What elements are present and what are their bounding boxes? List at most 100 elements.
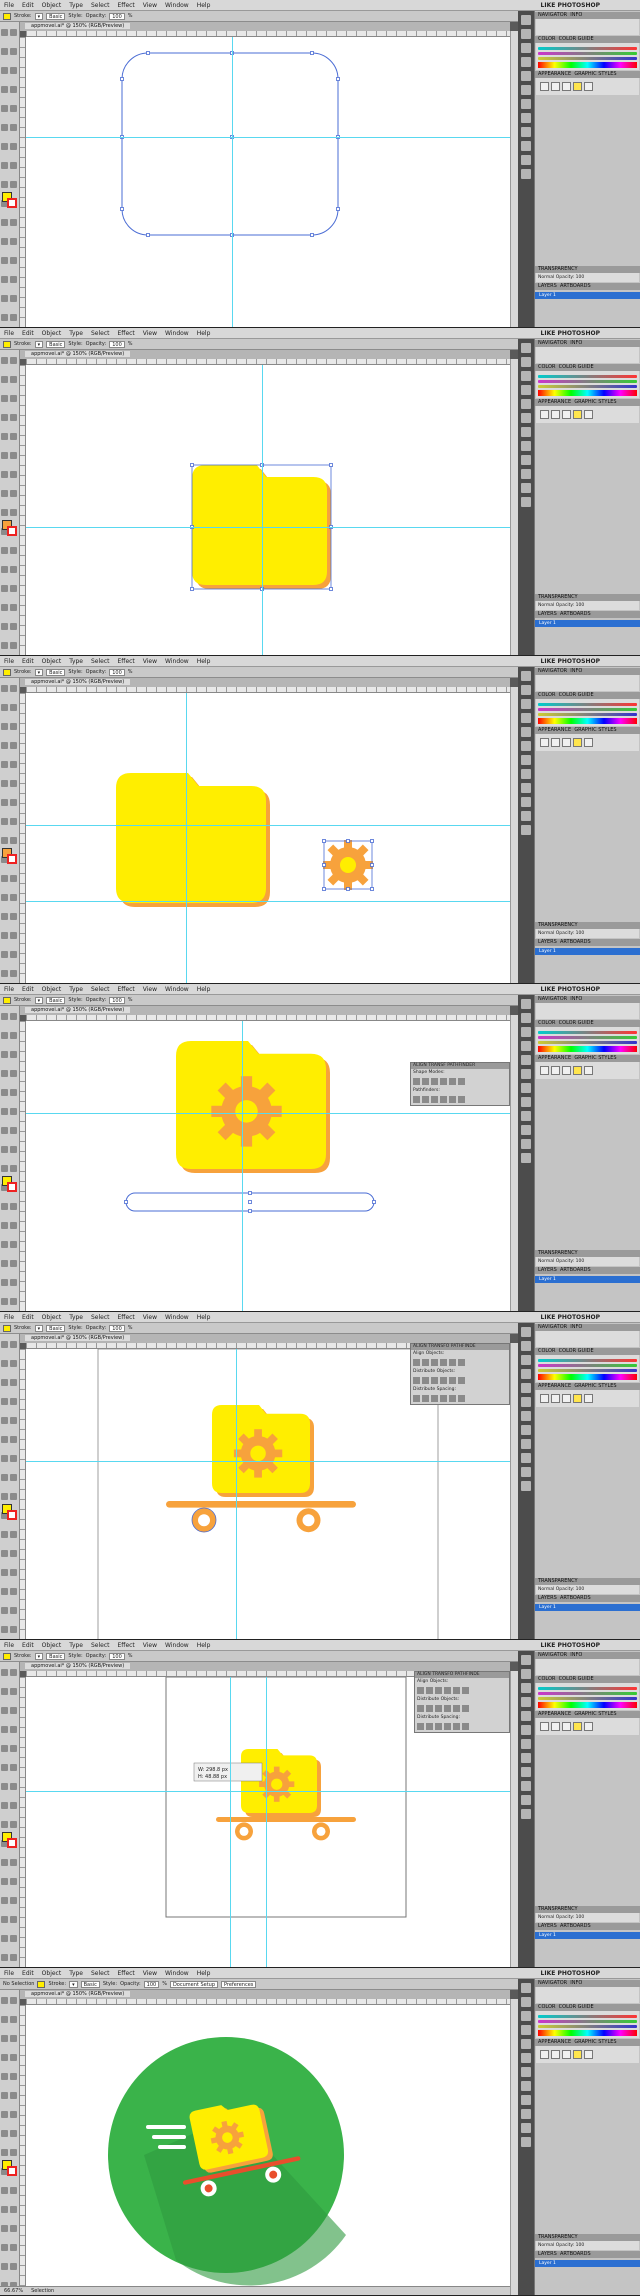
fill-swatch[interactable] <box>3 1652 11 1660</box>
panel-shortcut-button[interactable] <box>521 1397 531 1407</box>
transparency-panel-header[interactable]: TRANSPARENCY <box>535 1906 640 1913</box>
panel-shortcut-button[interactable] <box>521 1327 531 1337</box>
menu-select[interactable]: Select <box>87 1970 114 1977</box>
red-slider[interactable] <box>538 703 637 706</box>
tool-button[interactable] <box>1 2149 8 2156</box>
tool-button[interactable] <box>10 623 17 630</box>
workspace-name[interactable]: LIKE PHOTOSHOP <box>541 1314 640 1321</box>
panel-shortcut-button[interactable] <box>521 1697 531 1707</box>
panel-shortcut-button[interactable] <box>521 85 531 95</box>
panel-shortcut-button[interactable] <box>521 15 531 25</box>
menu-effect[interactable]: Effect <box>114 1970 139 1977</box>
menu-help[interactable]: Help <box>193 2 215 9</box>
blue-slider[interactable] <box>538 1041 637 1044</box>
fill-swatch[interactable] <box>3 340 11 348</box>
appearance-panel-header[interactable]: APPEARANCE GRAPHIC STYLES <box>535 2039 640 2046</box>
panel-shortcut-button[interactable] <box>521 113 531 123</box>
color-tab[interactable]: COLOR <box>538 36 555 42</box>
tool-button[interactable] <box>1 105 8 112</box>
navigator-panel-header[interactable]: NAVIGATOR INFO <box>535 1652 640 1659</box>
panel-shortcut-button[interactable] <box>521 1139 531 1149</box>
info-tab[interactable]: INFO <box>570 668 582 674</box>
panel-shortcut-button[interactable] <box>521 671 531 681</box>
tool-button[interactable] <box>10 2263 17 2270</box>
preferences-button[interactable]: Preferences <box>221 1980 257 1988</box>
tool-button[interactable] <box>10 414 17 421</box>
tool-button[interactable] <box>1 566 8 573</box>
tool-button[interactable] <box>1 1398 8 1405</box>
tool-button[interactable] <box>1 2073 8 2080</box>
tool-button[interactable] <box>10 1341 17 1348</box>
tool-button[interactable] <box>1 2054 8 2061</box>
menu-type[interactable]: Type <box>65 2 87 9</box>
tool-button[interactable] <box>1 433 8 440</box>
panel-action-button[interactable] <box>440 1395 447 1402</box>
tool-button[interactable] <box>10 894 17 901</box>
panel-action-button[interactable] <box>449 1078 456 1085</box>
menu-object[interactable]: Object <box>38 330 66 337</box>
tool-button[interactable] <box>10 238 17 245</box>
menu-select[interactable]: Select <box>87 658 114 665</box>
tool-button[interactable] <box>1 623 8 630</box>
tool-button[interactable] <box>10 1108 17 1115</box>
panel-shortcut-button[interactable] <box>521 1467 531 1477</box>
appearance-tab[interactable]: APPEARANCE <box>538 1383 571 1389</box>
navigator-panel-header[interactable]: NAVIGATOR INFO <box>535 340 640 347</box>
tool-button[interactable] <box>10 1859 17 1866</box>
menu-effect[interactable]: Effect <box>114 330 139 337</box>
panel-shortcut-button[interactable] <box>521 755 531 765</box>
stroke-weight-field[interactable]: ▾ <box>34 1652 44 1660</box>
panel-action-button[interactable] <box>462 1723 469 1730</box>
tool-button[interactable] <box>1 1127 8 1134</box>
color-spectrum[interactable] <box>538 1374 637 1380</box>
menu-file[interactable]: File <box>0 986 18 993</box>
green-slider[interactable] <box>538 708 637 711</box>
panel-shortcut-button[interactable] <box>521 441 531 451</box>
info-tab[interactable]: INFO <box>570 996 582 1002</box>
panel-shortcut-button[interactable] <box>521 1125 531 1135</box>
menu-type[interactable]: Type <box>65 1314 87 1321</box>
appearance-tab[interactable]: APPEARANCE <box>538 399 571 405</box>
panel-action-button[interactable] <box>440 1078 447 1085</box>
panel-action-button[interactable] <box>426 1705 433 1712</box>
menu-effect[interactable]: Effect <box>114 658 139 665</box>
layers-tab[interactable]: LAYERS <box>538 1923 557 1929</box>
panel-shortcut-button[interactable] <box>521 741 531 751</box>
color-spectrum[interactable] <box>538 718 637 724</box>
tool-button[interactable] <box>1 1569 8 1576</box>
panel-shortcut-button[interactable] <box>521 727 531 737</box>
guide-line[interactable] <box>230 1677 231 1967</box>
tool-button[interactable] <box>1 585 8 592</box>
panel-shortcut-button[interactable] <box>521 1453 531 1463</box>
panel-shortcut-button[interactable] <box>521 2081 531 2091</box>
transparency-opacity-value[interactable]: 100 <box>576 2243 585 2248</box>
tool-button[interactable] <box>1 1241 8 1248</box>
style-swatch[interactable] <box>551 82 560 91</box>
menu-select[interactable]: Select <box>87 1642 114 1649</box>
document-tab[interactable]: appmovei.ai* @ 150% (RGB/Preview) <box>20 1334 510 1343</box>
panel-shortcut-button[interactable] <box>521 1097 531 1107</box>
tool-button[interactable] <box>1 1550 8 1557</box>
style-swatch[interactable] <box>573 1066 582 1075</box>
tool-button[interactable] <box>1 913 8 920</box>
tool-button[interactable] <box>10 433 17 440</box>
panel-action-button[interactable] <box>444 1687 451 1694</box>
panel-action-button[interactable] <box>462 1705 469 1712</box>
green-slider[interactable] <box>538 1364 637 1367</box>
tool-button[interactable] <box>10 1203 17 1210</box>
tool-button[interactable] <box>1 2111 8 2118</box>
tool-button[interactable] <box>10 932 17 939</box>
tool-button[interactable] <box>10 585 17 592</box>
tool-button[interactable] <box>1 2016 8 2023</box>
transparency-tab[interactable]: TRANSPARENCY <box>538 266 578 272</box>
menu-window[interactable]: Window <box>161 1642 193 1649</box>
panel-shortcut-button[interactable] <box>521 469 531 479</box>
tool-button[interactable] <box>10 566 17 573</box>
tool-button[interactable] <box>10 761 17 768</box>
tool-button[interactable] <box>10 547 17 554</box>
style-swatch[interactable] <box>551 1394 560 1403</box>
tool-button[interactable] <box>1 1165 8 1172</box>
panel-action-button[interactable] <box>435 1687 442 1694</box>
tool-button[interactable] <box>1 951 8 958</box>
tool-button[interactable] <box>1 894 8 901</box>
